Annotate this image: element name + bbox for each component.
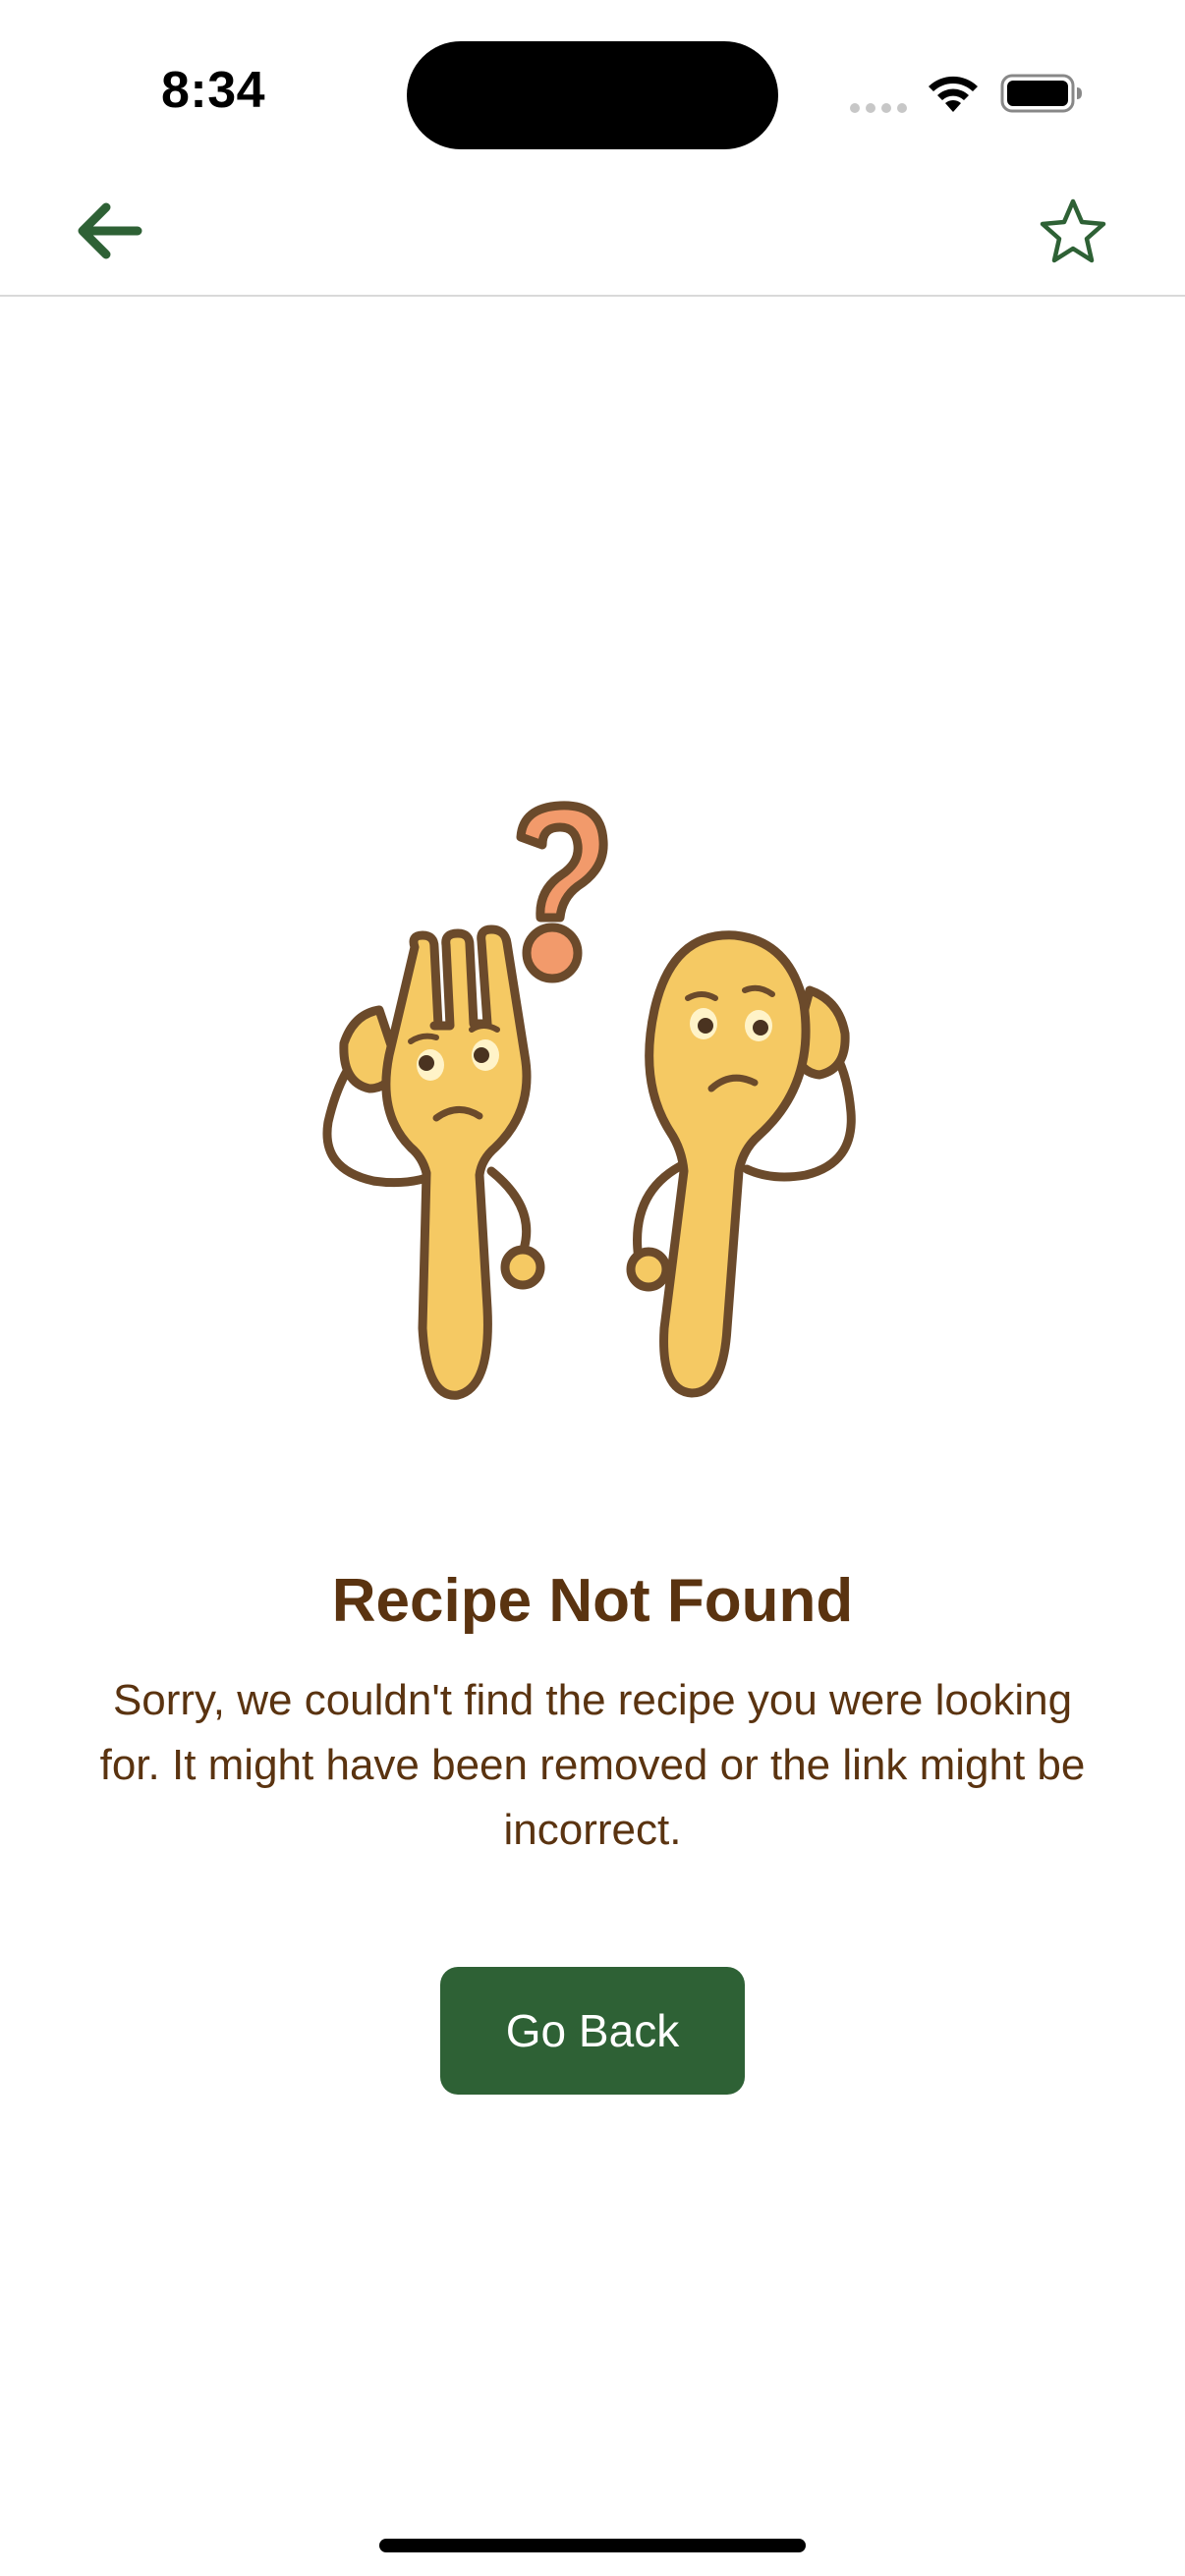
home-indicator[interactable]	[379, 2539, 806, 2552]
go-back-button[interactable]: Go Back	[440, 1967, 745, 2095]
question-mark-icon	[516, 801, 608, 923]
battery-icon	[1000, 74, 1082, 113]
status-time: 8:34	[161, 62, 266, 119]
favorite-button[interactable]	[1022, 187, 1124, 275]
confused-fork-and-spoon-illustration	[322, 801, 856, 1400]
back-button[interactable]	[61, 187, 155, 275]
nav-divider	[0, 295, 1185, 297]
wifi-icon	[929, 76, 978, 112]
dynamic-island	[407, 41, 778, 149]
star-outline-icon	[1040, 198, 1106, 263]
error-message: Sorry, we couldn't find the recipe you w…	[99, 1676, 1086, 1854]
page-title: Recipe Not Found	[331, 1567, 854, 1635]
cellular-signal-icon	[850, 103, 907, 113]
arrow-left-icon	[78, 202, 142, 259]
